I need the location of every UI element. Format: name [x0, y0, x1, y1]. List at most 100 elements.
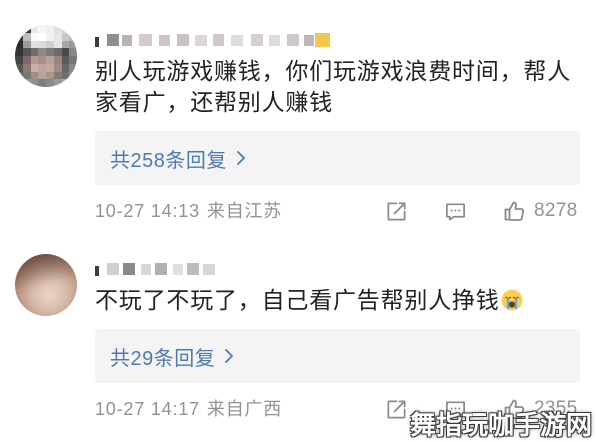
mosaic-block: [203, 264, 215, 275]
mosaic-block: [46, 25, 54, 33]
avatar[interactable]: [15, 254, 77, 316]
chevron-right-icon: [224, 348, 234, 364]
mosaic-block: [38, 79, 47, 87]
mosaic-block: [22, 56, 31, 64]
mosaic-block: [38, 56, 47, 64]
mosaic-block: [61, 48, 70, 57]
mosaic-block: [315, 33, 330, 47]
mosaic-block: [61, 79, 70, 87]
mosaic-block: [22, 71, 31, 80]
comment-time: 10-27 14:17: [95, 399, 200, 419]
mosaic-block: [22, 25, 31, 33]
comment-footer: 10-27 14:13 来自江苏 8278: [95, 199, 580, 223]
mosaic-block: [61, 32, 70, 41]
mosaic-block: [53, 48, 62, 57]
mosaic-block: [287, 34, 299, 46]
mosaic-block: [15, 40, 23, 49]
mosaic-block: [269, 35, 280, 46]
comment-body: 不玩了不玩了，自己看广告帮别人挣钱 共29条回复 10-27 14:17 来自广西…: [95, 262, 580, 421]
mosaic-block: [53, 32, 62, 41]
comment-location: 来自江苏: [206, 201, 283, 221]
mosaic-block: [61, 25, 70, 33]
mosaic-block: [38, 63, 47, 72]
mosaic-block: [95, 266, 99, 276]
mosaic-block: [38, 48, 47, 57]
loudly-crying-face-icon: [501, 289, 523, 311]
mosaic-block: [30, 79, 39, 87]
mosaic-block: [15, 32, 23, 41]
mosaic-block: [46, 40, 54, 49]
mosaic-block: [22, 40, 31, 49]
mosaic-block: [46, 56, 54, 64]
thumbs-up-icon[interactable]: [502, 199, 526, 223]
mosaic-block: [38, 25, 47, 33]
mosaic-block: [251, 34, 263, 46]
comment-page: { "theme": { "text": "#222222", "meta": …: [0, 0, 596, 442]
share-icon[interactable]: [384, 199, 408, 223]
mosaic-block: [38, 71, 47, 80]
mosaic-block: [213, 34, 224, 46]
share-icon[interactable]: [384, 397, 408, 421]
mosaic-block: [304, 35, 314, 46]
mosaic-block: [15, 25, 23, 33]
mosaic-block: [46, 32, 54, 41]
comment-text-line: 不玩了不玩了，自己看广告帮别人挣钱: [95, 286, 580, 317]
mosaic-block: [61, 63, 70, 72]
mosaic-block: [15, 63, 23, 72]
comment-text-content: 不玩了不玩了，自己看广告帮别人挣钱: [95, 288, 500, 314]
mosaic-block: [22, 63, 31, 72]
mosaic-block: [141, 264, 151, 275]
mosaic-block: [53, 25, 62, 33]
mosaic-block: [46, 71, 54, 80]
mosaic-block: [30, 56, 39, 64]
mosaic-block: [159, 35, 170, 46]
mosaic-block: [61, 71, 70, 80]
avatar-image: [15, 254, 77, 316]
mosaic-block: [30, 32, 39, 41]
chevron-right-icon: [236, 150, 246, 166]
watermark: 舞指玩咖手游网: [410, 411, 593, 441]
mosaic-block: [69, 56, 77, 64]
mosaic-block: [46, 79, 54, 87]
mosaic-block: [30, 48, 39, 57]
mosaic-block: [46, 48, 54, 57]
like-count[interactable]: 8278: [534, 199, 577, 223]
comment-time: 10-27 14:13: [95, 201, 200, 221]
username-mosaic[interactable]: [95, 33, 330, 47]
mosaic-block: [173, 264, 183, 275]
view-replies-button[interactable]: 共258条回复: [95, 131, 580, 185]
mosaic-block: [69, 40, 77, 49]
mosaic-block: [177, 34, 189, 46]
mosaic-block: [139, 34, 152, 46]
mosaic-block: [123, 263, 135, 275]
mosaic-block: [53, 71, 62, 80]
mosaic-block: [231, 35, 243, 46]
mosaic-block: [61, 56, 70, 64]
mosaic-block: [46, 63, 54, 72]
mosaic-block: [30, 63, 39, 72]
username-mosaic[interactable]: [95, 262, 215, 276]
mosaic-block: [53, 56, 62, 64]
mosaic-block: [15, 79, 23, 87]
mosaic-block: [69, 79, 77, 87]
mosaic-block: [61, 40, 70, 49]
mosaic-block: [22, 79, 31, 87]
mosaic-block: [30, 40, 39, 49]
avatar[interactable]: [15, 25, 77, 87]
mosaic-block: [15, 56, 23, 64]
comment-icon[interactable]: [443, 199, 467, 223]
mosaic-block: [30, 25, 39, 33]
mosaic-block: [38, 40, 47, 49]
mosaic-block: [122, 35, 132, 46]
mosaic-block: [38, 32, 47, 41]
reply-count-label: 共258条回复: [110, 149, 227, 172]
comment-text-line: 别人玩游戏赚钱，你们玩游戏浪费时间，帮人: [95, 59, 571, 85]
mosaic-block: [155, 263, 167, 275]
mosaic-block: [187, 263, 199, 275]
mosaic-block: [95, 37, 99, 47]
reply-count-label: 共29条回复: [110, 347, 216, 370]
view-replies-button[interactable]: 共29条回复: [95, 329, 580, 383]
mosaic-block: [195, 35, 207, 46]
mosaic-block: [107, 263, 119, 275]
comment-body: 别人玩游戏赚钱，你们玩游戏浪费时间，帮人 家看广，还帮别人赚钱 共258条回复 …: [95, 33, 580, 223]
